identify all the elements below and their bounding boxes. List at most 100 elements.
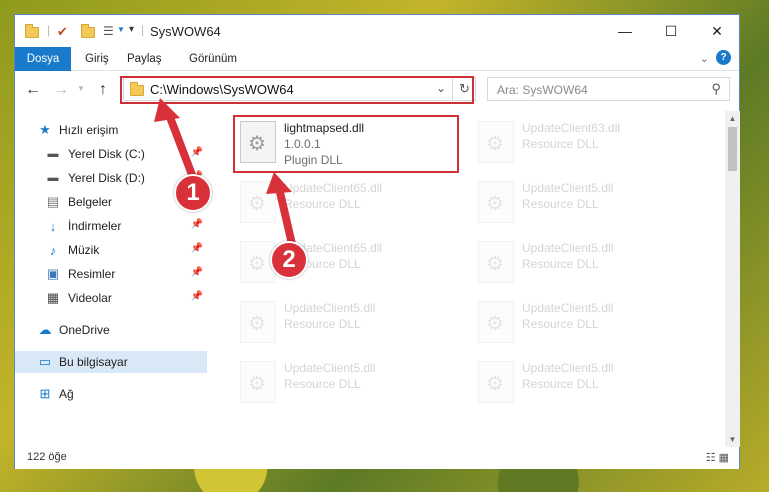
tab-file[interactable]: Dosya <box>15 47 71 71</box>
file-type: Resource DLL <box>522 257 599 271</box>
tab-view[interactable]: Görünüm <box>181 47 245 71</box>
sidebar-item-label: Resimler <box>68 267 116 281</box>
new-folder-icon[interactable] <box>81 24 95 38</box>
file-tile[interactable]: UpdateClient63.dll Resource DLL <box>472 115 702 171</box>
close-button[interactable]: ✕ <box>695 15 739 47</box>
sidebar-item-onedrive[interactable]: ☁ OneDrive <box>15 319 207 341</box>
view-options-icon[interactable]: ☰ <box>103 24 117 38</box>
scroll-up-icon[interactable]: ▲ <box>725 111 740 126</box>
file-tile[interactable]: UpdateClient65.dll Resource DLL <box>234 175 464 231</box>
pin-icon[interactable]: 📌 <box>191 147 203 158</box>
sidebar-item-videos[interactable]: ▦ Videolar 📌 <box>15 287 207 309</box>
view-toggle-icons[interactable]: ☷ ▦ <box>706 451 729 464</box>
sidebar-item-label: Yerel Disk (D:) <box>68 171 145 185</box>
sidebar-item-label: İndirmeler <box>68 219 122 233</box>
customize-toolbar-icon[interactable]: ▾ <box>129 24 134 35</box>
pin-icon[interactable]: 📌 <box>191 291 203 302</box>
file-highlight-box <box>233 115 459 173</box>
sidebar-item-label: Videolar <box>68 291 112 305</box>
pin-icon[interactable]: 📌 <box>191 267 203 278</box>
file-tile[interactable]: UpdateClient5.dll Resource DLL <box>472 235 702 291</box>
maximize-button[interactable]: ☐ <box>649 15 693 47</box>
status-bar: 122 öğe ☷ ▦ <box>15 447 739 469</box>
file-type: Resource DLL <box>284 317 361 331</box>
file-tile[interactable]: UpdateClient5.dll Resource DLL <box>472 295 702 351</box>
vertical-scrollbar[interactable]: ▲ ▼ <box>725 111 740 447</box>
dll-file-icon <box>478 361 514 403</box>
dll-file-icon <box>240 361 276 403</box>
separator: | <box>47 23 51 37</box>
sidebar-item-label: Ağ <box>59 387 74 401</box>
sidebar-item-label: OneDrive <box>59 323 110 337</box>
pin-icon[interactable]: 📌 <box>191 219 203 230</box>
music-icon: ♪ <box>49 242 57 258</box>
dll-file-icon <box>478 121 514 163</box>
sidebar-item-label: Hızlı erişim <box>59 123 119 137</box>
documents-icon: ▤ <box>46 194 60 209</box>
file-name: UpdateClient5.dll <box>522 181 614 195</box>
address-highlight-box <box>120 76 474 104</box>
sidebar-item-label: Belgeler <box>68 195 113 209</box>
dll-file-icon <box>240 301 276 343</box>
computer-icon: ▭ <box>38 354 52 369</box>
scroll-down-icon[interactable]: ▼ <box>725 432 740 447</box>
sidebar-item-downloads[interactable]: ↓ İndirmeler 📌 <box>15 215 207 237</box>
window-title: SysWOW64 <box>150 24 221 39</box>
drive-icon: ▬ <box>47 172 59 184</box>
file-tile[interactable]: UpdateClient5.dll Resource DLL <box>472 175 702 231</box>
file-type: Resource DLL <box>522 377 599 391</box>
file-tile[interactable]: UpdateClient5.dll Resource DLL <box>234 295 464 351</box>
file-tile[interactable]: UpdateClient65.dll Resource DLL <box>234 235 464 291</box>
sidebar-item-pictures[interactable]: ▣ Resimler 📌 <box>15 263 207 285</box>
sidebar-item-quick-access[interactable]: ★ Hızlı erişim <box>15 119 207 141</box>
sidebar-item-local-disk-c[interactable]: ▬ Yerel Disk (C:) 📌 <box>15 143 207 165</box>
sidebar-item-network[interactable]: ⊞ Ağ <box>15 383 207 405</box>
recent-locations-icon[interactable]: ▼ <box>77 84 85 93</box>
chevron-down-icon[interactable]: ⌄ <box>700 52 709 65</box>
sidebar-item-this-pc[interactable]: ▭ Bu bilgisayar <box>15 351 207 373</box>
navigation-pane: ★ Hızlı erişim ▬ Yerel Disk (C:) 📌 ▬ Yer… <box>15 111 210 447</box>
dll-file-icon <box>478 181 514 223</box>
download-icon: ↓ <box>49 218 57 234</box>
dll-file-icon <box>478 301 514 343</box>
folder-icon[interactable] <box>25 24 39 38</box>
pin-icon[interactable]: 📌 <box>191 243 203 254</box>
tab-home[interactable]: Giriş <box>77 47 117 71</box>
file-tile[interactable]: UpdateClient5.dll Resource DLL <box>234 355 464 411</box>
step-1-badge: 1 <box>174 174 212 212</box>
back-arrow-icon[interactable]: ← <box>25 81 41 99</box>
network-icon: ⊞ <box>39 386 51 401</box>
tab-share[interactable]: Paylaş <box>119 47 170 71</box>
file-name: UpdateClient5.dll <box>522 241 614 255</box>
dropdown-icon[interactable]: ▼ <box>117 25 125 34</box>
up-arrow-icon[interactable]: ↑ <box>99 81 107 99</box>
sidebar-item-label: Bu bilgisayar <box>59 355 128 369</box>
help-icon[interactable]: ? <box>716 50 731 65</box>
file-name: UpdateClient5.dll <box>522 301 614 315</box>
file-type: Resource DLL <box>284 197 361 211</box>
item-count: 122 öğe <box>27 451 67 463</box>
file-type: Resource DLL <box>284 377 361 391</box>
properties-icon[interactable]: ✔ <box>57 24 71 39</box>
sidebar-item-music[interactable]: ♪ Müzik 📌 <box>15 239 207 261</box>
file-name: UpdateClient5.dll <box>522 361 614 375</box>
file-name: UpdateClient65.dll <box>284 181 383 195</box>
file-name: UpdateClient5.dll <box>284 361 376 375</box>
scroll-thumb[interactable] <box>728 127 737 171</box>
cloud-icon: ☁ <box>38 322 52 337</box>
sidebar-item-label: Müzik <box>68 243 100 257</box>
videos-icon: ▦ <box>46 290 60 305</box>
file-name: UpdateClient63.dll <box>522 121 621 135</box>
file-type: Resource DLL <box>522 137 599 151</box>
search-input[interactable]: Ara: SysWOW64 ⚲ <box>487 77 730 101</box>
search-icon: ⚲ <box>711 81 721 96</box>
file-tile[interactable]: UpdateClient5.dll Resource DLL <box>472 355 702 411</box>
title-bar: | ✔ ☰ ▼ ▾ | SysWOW64 — ☐ ✕ <box>15 15 739 47</box>
drive-icon: ▬ <box>47 148 59 160</box>
forward-arrow-icon[interactable]: → <box>53 81 69 99</box>
minimize-button[interactable]: — <box>603 15 647 47</box>
search-placeholder: Ara: SysWOW64 <box>497 83 588 97</box>
ribbon-tabs: Dosya Giriş Paylaş Görünüm ⌄ ? <box>15 47 739 71</box>
file-name: UpdateClient5.dll <box>284 301 376 315</box>
sidebar-item-label: Yerel Disk (C:) <box>68 147 145 161</box>
